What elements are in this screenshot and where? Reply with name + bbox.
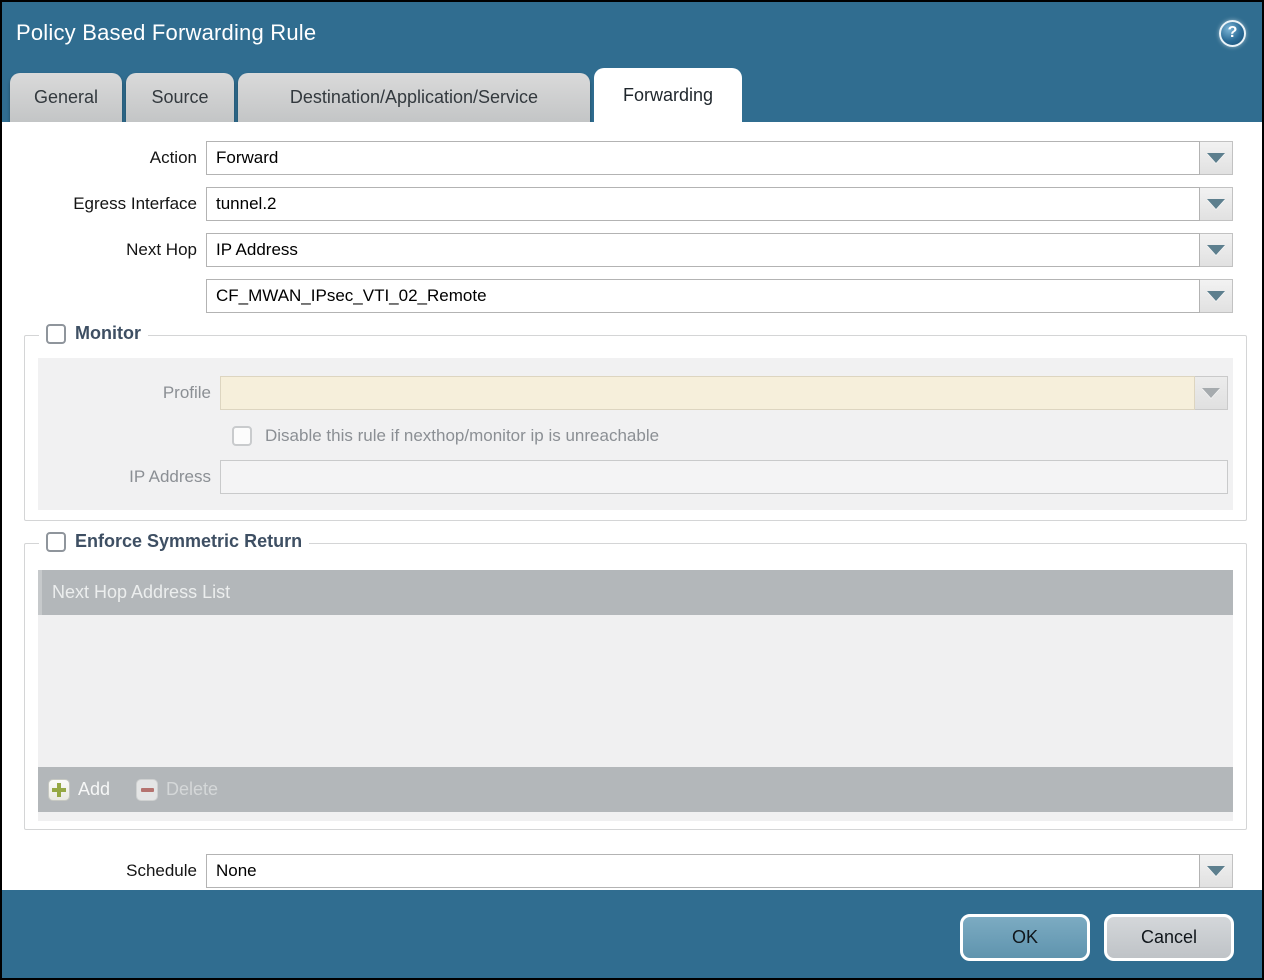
monitor-ip-address-label: IP Address [38, 467, 220, 487]
schedule-dropdown-button[interactable] [1200, 854, 1233, 888]
add-button-label: Add [78, 779, 110, 800]
chevron-down-icon [1207, 866, 1225, 876]
ok-button[interactable]: OK [960, 914, 1090, 961]
next-hop-type-select[interactable]: IP Address [206, 233, 1200, 267]
next-hop-address-list-table: Next Hop Address List Add Delete [38, 570, 1233, 821]
action-label: Action [2, 148, 206, 168]
add-button[interactable]: Add [48, 779, 110, 801]
next-hop-address-list-header: Next Hop Address List [38, 570, 1233, 615]
tab-forwarding[interactable]: Forwarding [594, 68, 742, 122]
symmetric-return-fieldset: Enforce Symmetric Return Next Hop Addres… [24, 543, 1247, 830]
delete-button-label: Delete [166, 779, 218, 800]
chevron-down-icon [1207, 199, 1225, 209]
dialog-titlebar: Policy Based Forwarding Rule ? [2, 2, 1262, 64]
schedule-select[interactable]: None [206, 854, 1200, 888]
monitor-disabled-panel: Profile Disable this rule if nexthop/mon… [38, 358, 1233, 510]
symmetric-return-legend: Enforce Symmetric Return [39, 531, 309, 552]
next-hop-address-row: CF_MWAN_IPsec_VTI_02_Remote [2, 279, 1262, 313]
next-hop-type-dropdown-button[interactable] [1200, 233, 1233, 267]
next-hop-address-select[interactable]: CF_MWAN_IPsec_VTI_02_Remote [206, 279, 1200, 313]
disable-rule-label: Disable this rule if nexthop/monitor ip … [265, 426, 659, 446]
forwarding-tab-panel: Action Forward Egress Interface tunnel.2 [2, 122, 1262, 890]
next-hop-address-list-body [38, 615, 1233, 767]
schedule-label: Schedule [2, 861, 206, 881]
egress-interface-row: Egress Interface tunnel.2 [2, 187, 1262, 221]
screen: Policy Based Forwarding Rule ? General S… [0, 0, 1264, 980]
monitor-fieldset: Monitor Profile Disable this rule if nex… [24, 335, 1247, 521]
tab-strip: General Source Destination/Application/S… [2, 64, 1262, 122]
cancel-button[interactable]: Cancel [1104, 914, 1234, 961]
dialog-footer: OK Cancel [2, 890, 1262, 978]
egress-interface-dropdown-button[interactable] [1200, 187, 1233, 221]
profile-row: Profile [38, 376, 1233, 410]
tab-source[interactable]: Source [126, 73, 234, 122]
monitor-ip-address-row: IP Address [38, 460, 1233, 494]
minus-icon [136, 779, 158, 801]
monitor-legend: Monitor [39, 323, 148, 344]
action-dropdown-button[interactable] [1200, 141, 1233, 175]
help-icon[interactable]: ? [1219, 20, 1246, 47]
action-select[interactable]: Forward [206, 141, 1200, 175]
next-hop-label: Next Hop [2, 240, 206, 260]
next-hop-row: Next Hop IP Address [2, 233, 1262, 267]
schedule-row: Schedule None [2, 854, 1262, 888]
tab-destination-application-service[interactable]: Destination/Application/Service [238, 73, 590, 122]
enforce-symmetric-return-checkbox[interactable] [46, 532, 66, 552]
tab-general[interactable]: General [10, 73, 122, 122]
table-bottom-strip [38, 812, 1233, 821]
symmetric-return-legend-label: Enforce Symmetric Return [75, 531, 302, 552]
profile-dropdown-button [1195, 376, 1228, 410]
monitor-ip-address-field [220, 460, 1228, 494]
delete-button: Delete [136, 779, 218, 801]
plus-icon [48, 779, 70, 801]
profile-label: Profile [38, 383, 220, 403]
chevron-down-icon [1207, 153, 1225, 163]
chevron-down-icon [1207, 291, 1225, 301]
chevron-down-icon [1207, 245, 1225, 255]
disable-rule-row: Disable this rule if nexthop/monitor ip … [232, 426, 1233, 446]
monitor-checkbox[interactable] [46, 324, 66, 344]
table-toolbar: Add Delete [38, 767, 1233, 812]
action-row: Action Forward [2, 141, 1262, 175]
next-hop-address-dropdown-button[interactable] [1200, 279, 1233, 313]
pbf-rule-dialog: Policy Based Forwarding Rule ? General S… [2, 2, 1262, 978]
dialog-title: Policy Based Forwarding Rule [16, 20, 316, 46]
egress-interface-label: Egress Interface [2, 194, 206, 214]
chevron-down-icon [1202, 388, 1220, 398]
monitor-legend-label: Monitor [75, 323, 141, 344]
disable-rule-checkbox [232, 426, 252, 446]
profile-select [220, 376, 1195, 410]
egress-interface-select[interactable]: tunnel.2 [206, 187, 1200, 221]
